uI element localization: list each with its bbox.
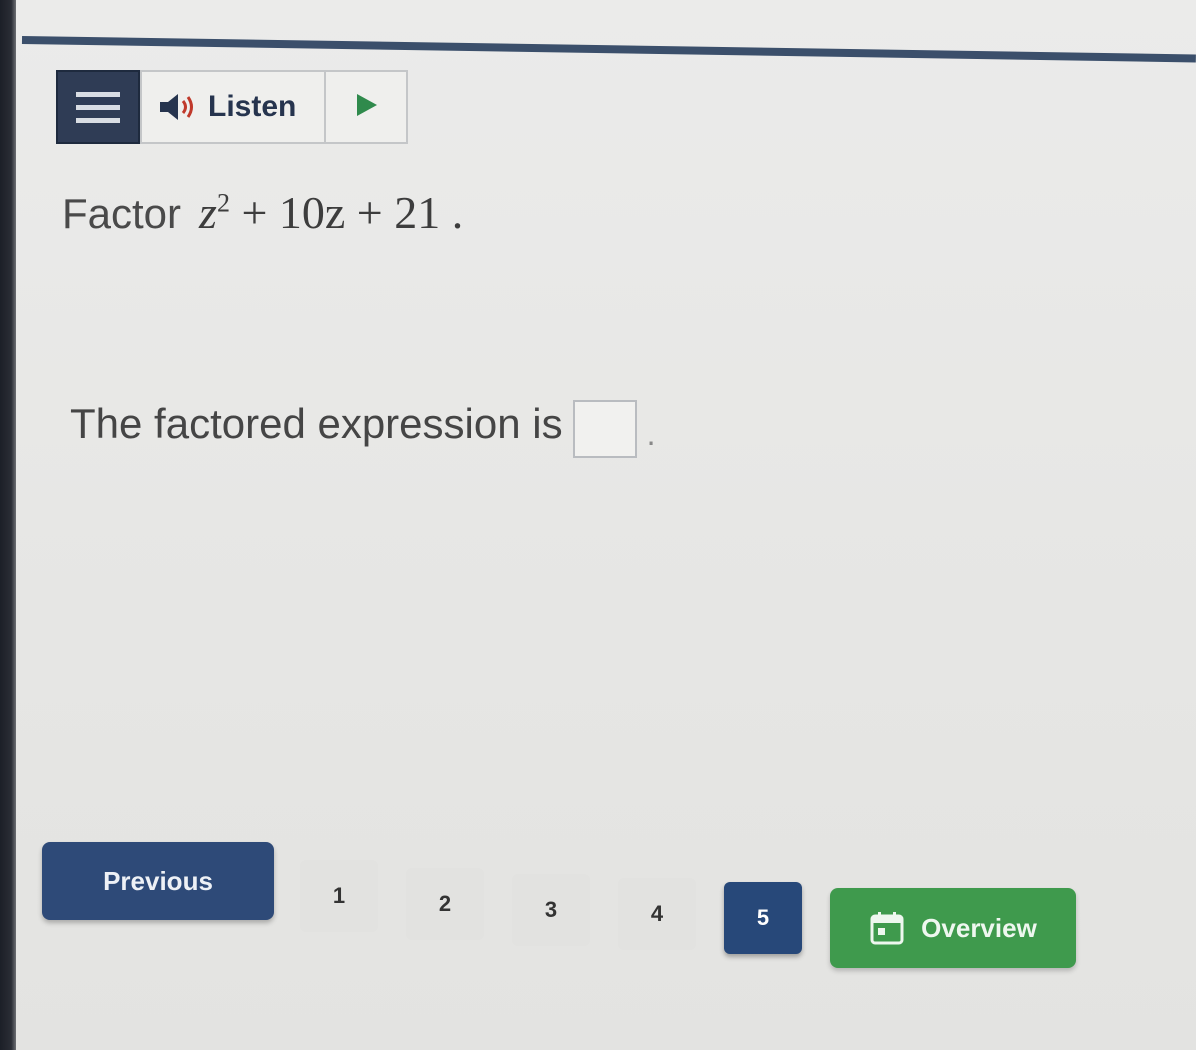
page-button-2[interactable]: 2 bbox=[406, 868, 484, 940]
answer-line: The factored expression is . bbox=[70, 390, 655, 458]
question-prefix: Factor bbox=[62, 190, 182, 237]
page-button-1[interactable]: 1 bbox=[300, 860, 378, 932]
play-button[interactable] bbox=[326, 72, 406, 142]
text-to-speech-group: Listen bbox=[140, 70, 408, 144]
answer-input-box[interactable] bbox=[572, 400, 637, 458]
expression-exponent: 2 bbox=[216, 188, 230, 218]
question-text: Factor z2 + 10z + 21 . bbox=[62, 186, 463, 239]
question-navigation: Previous 1 2 3 4 5 Overview bbox=[42, 842, 1092, 982]
expression-rest: + 10z + 21 bbox=[241, 187, 441, 238]
overview-button[interactable]: Overview bbox=[830, 888, 1076, 968]
page-button-3[interactable]: 3 bbox=[512, 874, 590, 946]
screen-bezel bbox=[0, 0, 16, 1050]
listen-button[interactable]: Listen bbox=[142, 72, 326, 142]
listen-label: Listen bbox=[208, 90, 297, 123]
page: Listen Factor z2 + 10z + 21 . The factor… bbox=[0, 0, 1196, 1050]
overview-label: Overview bbox=[921, 912, 1037, 943]
top-divider bbox=[21, 36, 1196, 63]
calendar-icon bbox=[869, 910, 905, 946]
page-button-4[interactable]: 4 bbox=[618, 878, 696, 950]
play-icon bbox=[351, 90, 381, 125]
math-expression: z2 + 10z + 21 . bbox=[199, 186, 463, 239]
expression-variable: z bbox=[199, 187, 217, 238]
expression-end: . bbox=[451, 187, 464, 238]
speaker-icon bbox=[158, 92, 198, 122]
answer-prompt: The factored expression is bbox=[70, 400, 563, 447]
toolbar: Listen bbox=[56, 70, 408, 144]
previous-button[interactable]: Previous bbox=[42, 842, 274, 920]
hamburger-menu-icon[interactable] bbox=[56, 70, 140, 144]
page-button-5[interactable]: 5 bbox=[724, 882, 802, 954]
answer-suffix: . bbox=[646, 415, 656, 452]
